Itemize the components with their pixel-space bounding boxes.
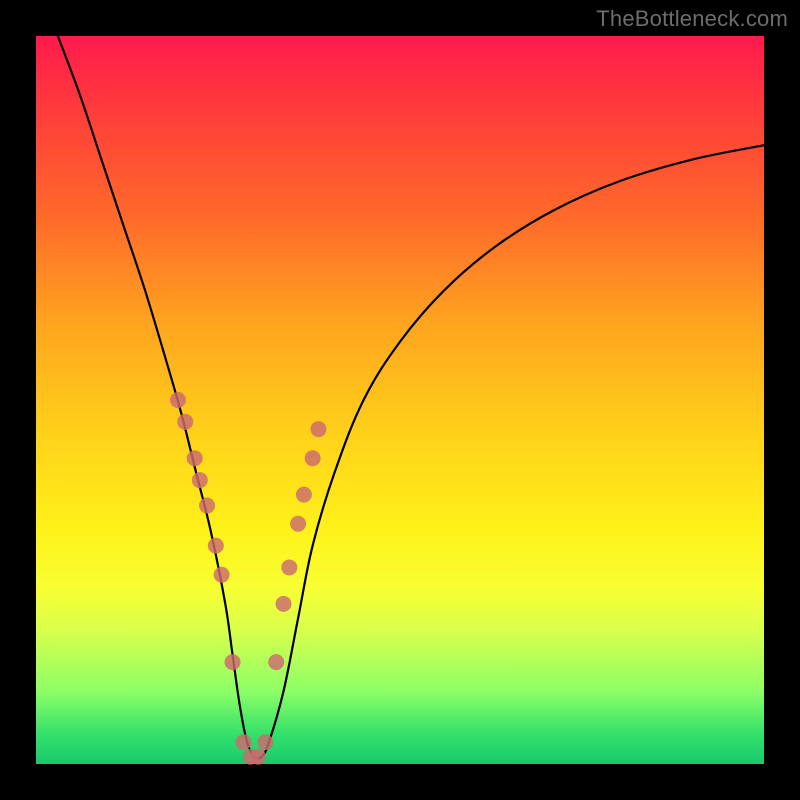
chart-svg: [36, 36, 764, 764]
curve-markers: [170, 392, 327, 765]
curve-marker: [268, 654, 284, 670]
bottleneck-curve: [58, 36, 764, 759]
curve-marker: [276, 596, 292, 612]
curve-marker: [187, 450, 203, 466]
curve-marker: [225, 654, 241, 670]
curve-marker: [170, 392, 186, 408]
curve-marker: [250, 749, 266, 765]
curve-marker: [290, 516, 306, 532]
curve-marker: [192, 472, 208, 488]
curve-marker: [214, 567, 230, 583]
curve-marker: [235, 734, 251, 750]
curve-marker: [281, 559, 297, 575]
chart-plot-area: [36, 36, 764, 764]
curve-marker: [296, 487, 312, 503]
curve-marker: [257, 734, 273, 750]
curve-marker: [177, 414, 193, 430]
watermark-text: TheBottleneck.com: [596, 6, 788, 32]
curve-marker: [199, 498, 215, 514]
curve-marker: [310, 421, 326, 437]
curve-marker: [305, 450, 321, 466]
curve-marker: [208, 538, 224, 554]
